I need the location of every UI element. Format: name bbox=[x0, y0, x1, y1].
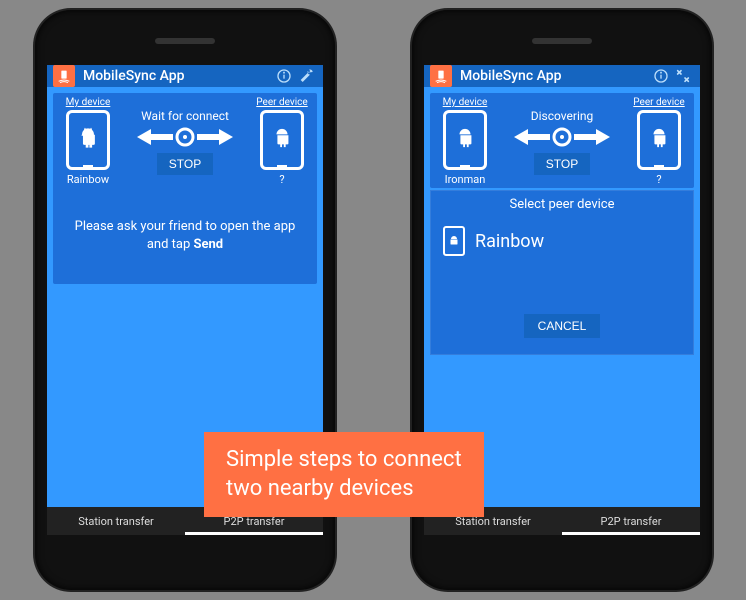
peer-device-icon bbox=[637, 110, 681, 170]
device-row: My device Rainbow Wait for connect STOP … bbox=[53, 93, 317, 188]
tools-icon[interactable] bbox=[672, 65, 694, 87]
peer-device-name: ? bbox=[656, 173, 661, 186]
my-device-link[interactable]: My device bbox=[443, 97, 488, 108]
tab-p2p[interactable]: P2P transfer bbox=[562, 507, 700, 535]
app-logo-icon bbox=[53, 65, 75, 87]
info-icon[interactable] bbox=[273, 65, 295, 87]
phone-speaker bbox=[532, 38, 592, 44]
app-title: MobileSync App bbox=[460, 68, 650, 84]
my-device-col: My device Rainbow bbox=[59, 97, 117, 186]
peer-option-label: Rainbow bbox=[475, 231, 544, 252]
peer-device-col: Peer device ? bbox=[253, 97, 311, 186]
status-label: Discovering bbox=[531, 109, 593, 123]
device-row: My device Ironman Discovering STOP Peer … bbox=[430, 93, 694, 188]
my-device-name: Rainbow bbox=[67, 173, 109, 186]
center-col: Discovering STOP bbox=[494, 109, 630, 175]
modal-title: Select peer device bbox=[431, 191, 693, 218]
peer-device-name: ? bbox=[279, 173, 284, 186]
phone-speaker bbox=[155, 38, 215, 44]
promo-banner: Simple steps to connect two nearby devic… bbox=[204, 432, 484, 517]
connect-card: My device Ironman Discovering STOP Peer … bbox=[430, 93, 694, 188]
peer-option[interactable]: Rainbow bbox=[431, 218, 693, 264]
connect-card: My device Rainbow Wait for connect STOP … bbox=[53, 93, 317, 284]
banner-line2: two nearby devices bbox=[226, 475, 462, 504]
tab-station[interactable]: Station transfer bbox=[47, 507, 185, 535]
my-device-col: My device Ironman bbox=[436, 97, 494, 186]
peer-device-icon bbox=[260, 110, 304, 170]
my-device-icon bbox=[66, 110, 110, 170]
my-device-icon bbox=[443, 110, 487, 170]
phone-small-icon bbox=[443, 226, 465, 256]
app-bar: MobileSync App bbox=[424, 65, 700, 87]
peer-select-modal: Select peer device Rainbow CANCEL bbox=[430, 190, 694, 355]
instruction-bold: Send bbox=[194, 237, 224, 252]
my-device-link[interactable]: My device bbox=[66, 97, 111, 108]
app-title: MobileSync App bbox=[83, 68, 273, 84]
stop-button[interactable]: STOP bbox=[157, 153, 213, 175]
sync-arrows-icon bbox=[514, 125, 610, 149]
banner-line1: Simple steps to connect bbox=[226, 446, 462, 475]
status-label: Wait for connect bbox=[141, 109, 229, 123]
sync-arrows-icon bbox=[137, 125, 233, 149]
my-device-name: Ironman bbox=[445, 173, 486, 186]
peer-device-link[interactable]: Peer device bbox=[633, 97, 684, 108]
peer-device-link[interactable]: Peer device bbox=[256, 97, 307, 108]
peer-device-col: Peer device ? bbox=[630, 97, 688, 186]
wrench-icon[interactable] bbox=[295, 65, 317, 87]
cancel-button[interactable]: CANCEL bbox=[524, 314, 601, 338]
info-icon[interactable] bbox=[650, 65, 672, 87]
instruction-text: Please ask your friend to open the app a… bbox=[53, 198, 317, 284]
instruction-prefix: Please ask your friend to open the app a… bbox=[75, 219, 296, 252]
app-bar: MobileSync App bbox=[47, 65, 323, 87]
center-col: Wait for connect STOP bbox=[117, 109, 253, 175]
stop-button[interactable]: STOP bbox=[534, 153, 590, 175]
app-logo-icon bbox=[430, 65, 452, 87]
